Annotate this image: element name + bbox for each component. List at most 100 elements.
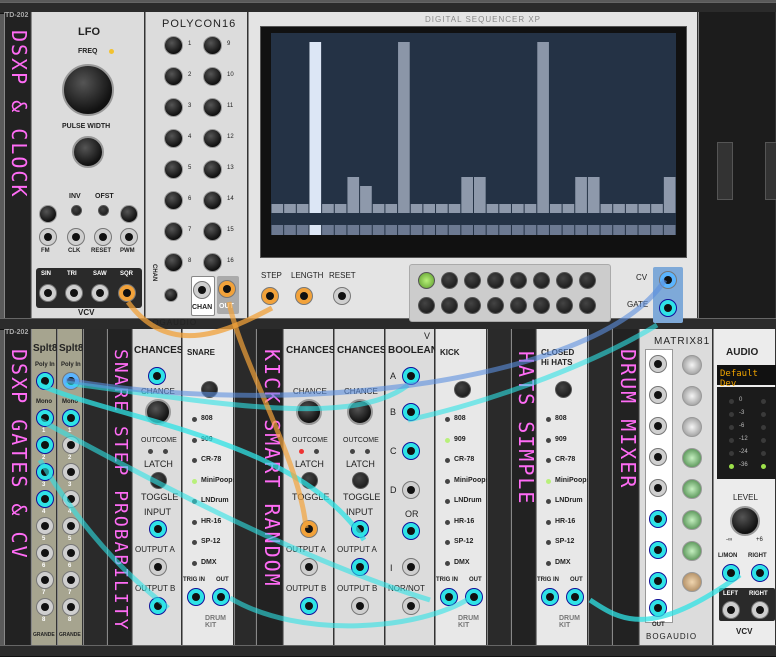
mono-output-jack[interactable]: [62, 571, 80, 589]
sequencer-step-button[interactable]: [510, 272, 527, 289]
chance-knob[interactable]: [296, 399, 322, 425]
output-b-jack[interactable]: [149, 597, 167, 615]
sequencer-step-button[interactable]: [579, 297, 596, 314]
kit-option[interactable]: 808: [201, 415, 213, 422]
matrix-mix-knob[interactable]: [682, 541, 702, 561]
channel-knob[interactable]: [164, 36, 183, 55]
output-a-jack[interactable]: [351, 558, 369, 576]
i-input-jack[interactable]: [402, 558, 420, 576]
channel-knob[interactable]: [203, 36, 222, 55]
kit-option[interactable]: HR-16: [454, 518, 474, 525]
mono-output-jack[interactable]: [36, 544, 54, 562]
audio-device-display[interactable]: Default Dev: [717, 365, 776, 389]
level-knob[interactable]: [730, 506, 760, 536]
kit-select-led[interactable]: [445, 499, 450, 504]
inv-switch[interactable]: [71, 205, 82, 216]
kit-select-led[interactable]: [192, 458, 197, 463]
mono-output-jack[interactable]: [62, 544, 80, 562]
sequencer-step-button[interactable]: [556, 272, 573, 289]
kit-option[interactable]: 808: [555, 415, 567, 422]
pwm-input-jack[interactable]: [120, 228, 138, 246]
hats-trigger-button[interactable]: [555, 381, 572, 398]
chance-knob[interactable]: [347, 399, 373, 425]
matrix-input-jack[interactable]: [649, 479, 667, 497]
pwm-knob[interactable]: [120, 205, 138, 223]
kit-option[interactable]: SP-12: [555, 538, 574, 545]
mono-output-jack[interactable]: [62, 490, 80, 508]
sequencer-step-button[interactable]: [556, 297, 573, 314]
kit-option[interactable]: HR-16: [555, 518, 575, 525]
c-input-jack[interactable]: [402, 442, 420, 460]
chance-cv-input-jack[interactable]: [148, 367, 166, 385]
kit-select-led[interactable]: [192, 478, 197, 484]
trig-in-jack[interactable]: [187, 588, 205, 606]
sequencer-step-button[interactable]: [441, 297, 458, 314]
kit-select-led[interactable]: [192, 540, 197, 545]
sequencer-step-button[interactable]: [441, 272, 458, 289]
toggle-input-jack[interactable]: [300, 520, 318, 538]
kit-select-led[interactable]: [445, 417, 450, 422]
channel-knob[interactable]: [203, 191, 222, 210]
step-input-jack[interactable]: [261, 287, 279, 305]
lmon-input-jack[interactable]: [722, 564, 740, 582]
sequencer-step-button[interactable]: [510, 297, 527, 314]
clk-input-jack[interactable]: [67, 228, 85, 246]
kit-option[interactable]: SP-12: [454, 538, 473, 545]
kit-select-led[interactable]: [546, 478, 551, 484]
kit-select-led[interactable]: [546, 560, 551, 566]
or-output-jack[interactable]: [402, 522, 420, 540]
kit-select-led[interactable]: [546, 437, 551, 443]
left-output-jack[interactable]: [722, 601, 740, 619]
ofst-switch[interactable]: [98, 205, 109, 216]
cv-output-jack[interactable]: [659, 271, 677, 289]
sequencer-step-button[interactable]: [418, 297, 435, 314]
kit-option[interactable]: CR-78: [454, 456, 474, 463]
sequencer-step-button[interactable]: [487, 297, 504, 314]
matrix-input-jack[interactable]: [649, 417, 667, 435]
kit-select-led[interactable]: [192, 499, 197, 504]
tri-output-jack[interactable]: [65, 284, 83, 302]
matrix-mix-knob[interactable]: [682, 355, 702, 375]
channel-knob[interactable]: [203, 129, 222, 148]
latch-button[interactable]: [352, 472, 369, 489]
kick-trigger-button[interactable]: [454, 381, 471, 398]
channel-knob[interactable]: [203, 253, 222, 272]
kit-option[interactable]: CR-78: [201, 456, 221, 463]
kit-select-led[interactable]: [192, 437, 197, 443]
kit-select-led[interactable]: [546, 499, 551, 504]
kit-option[interactable]: HR-16: [201, 518, 221, 525]
kit-option[interactable]: DMX: [201, 559, 217, 566]
matrix-mix-knob[interactable]: [682, 479, 702, 499]
reset-input-jack[interactable]: [333, 287, 351, 305]
poly-input-jack[interactable]: [62, 372, 80, 390]
sqr-output-jack[interactable]: [118, 284, 136, 302]
kit-option[interactable]: LNDrum: [555, 497, 583, 504]
input-jack[interactable]: [149, 520, 167, 538]
sin-output-jack[interactable]: [39, 284, 57, 302]
snare-trigger-button[interactable]: [201, 381, 218, 398]
kit-select-led[interactable]: [546, 417, 551, 422]
matrix-input-jack[interactable]: [649, 448, 667, 466]
kit-option[interactable]: 909: [555, 436, 567, 443]
channel-knob[interactable]: [164, 67, 183, 86]
poly-input-jack[interactable]: [36, 372, 54, 390]
chan-output-jack[interactable]: [193, 281, 211, 299]
kit-select-led[interactable]: [445, 540, 450, 545]
mono-output-jack[interactable]: [62, 598, 80, 616]
kit-option[interactable]: SP-12: [201, 538, 220, 545]
sequencer-step-button[interactable]: [464, 272, 481, 289]
kit-option[interactable]: LNDrum: [454, 497, 482, 504]
trig-in-jack[interactable]: [440, 588, 458, 606]
nor-not-output-jack[interactable]: [402, 597, 420, 615]
kit-select-led[interactable]: [445, 437, 450, 443]
mono-output-jack[interactable]: [62, 409, 80, 427]
kit-select-led[interactable]: [192, 560, 197, 566]
mono-output-jack[interactable]: [36, 517, 54, 535]
kit-select-led[interactable]: [546, 458, 551, 463]
channel-knob[interactable]: [203, 67, 222, 86]
mono-output-jack[interactable]: [62, 517, 80, 535]
sequencer-step-button[interactable]: [418, 272, 435, 289]
channel-knob[interactable]: [164, 129, 183, 148]
a-input-jack[interactable]: [402, 367, 420, 385]
length-input-jack[interactable]: [295, 287, 313, 305]
